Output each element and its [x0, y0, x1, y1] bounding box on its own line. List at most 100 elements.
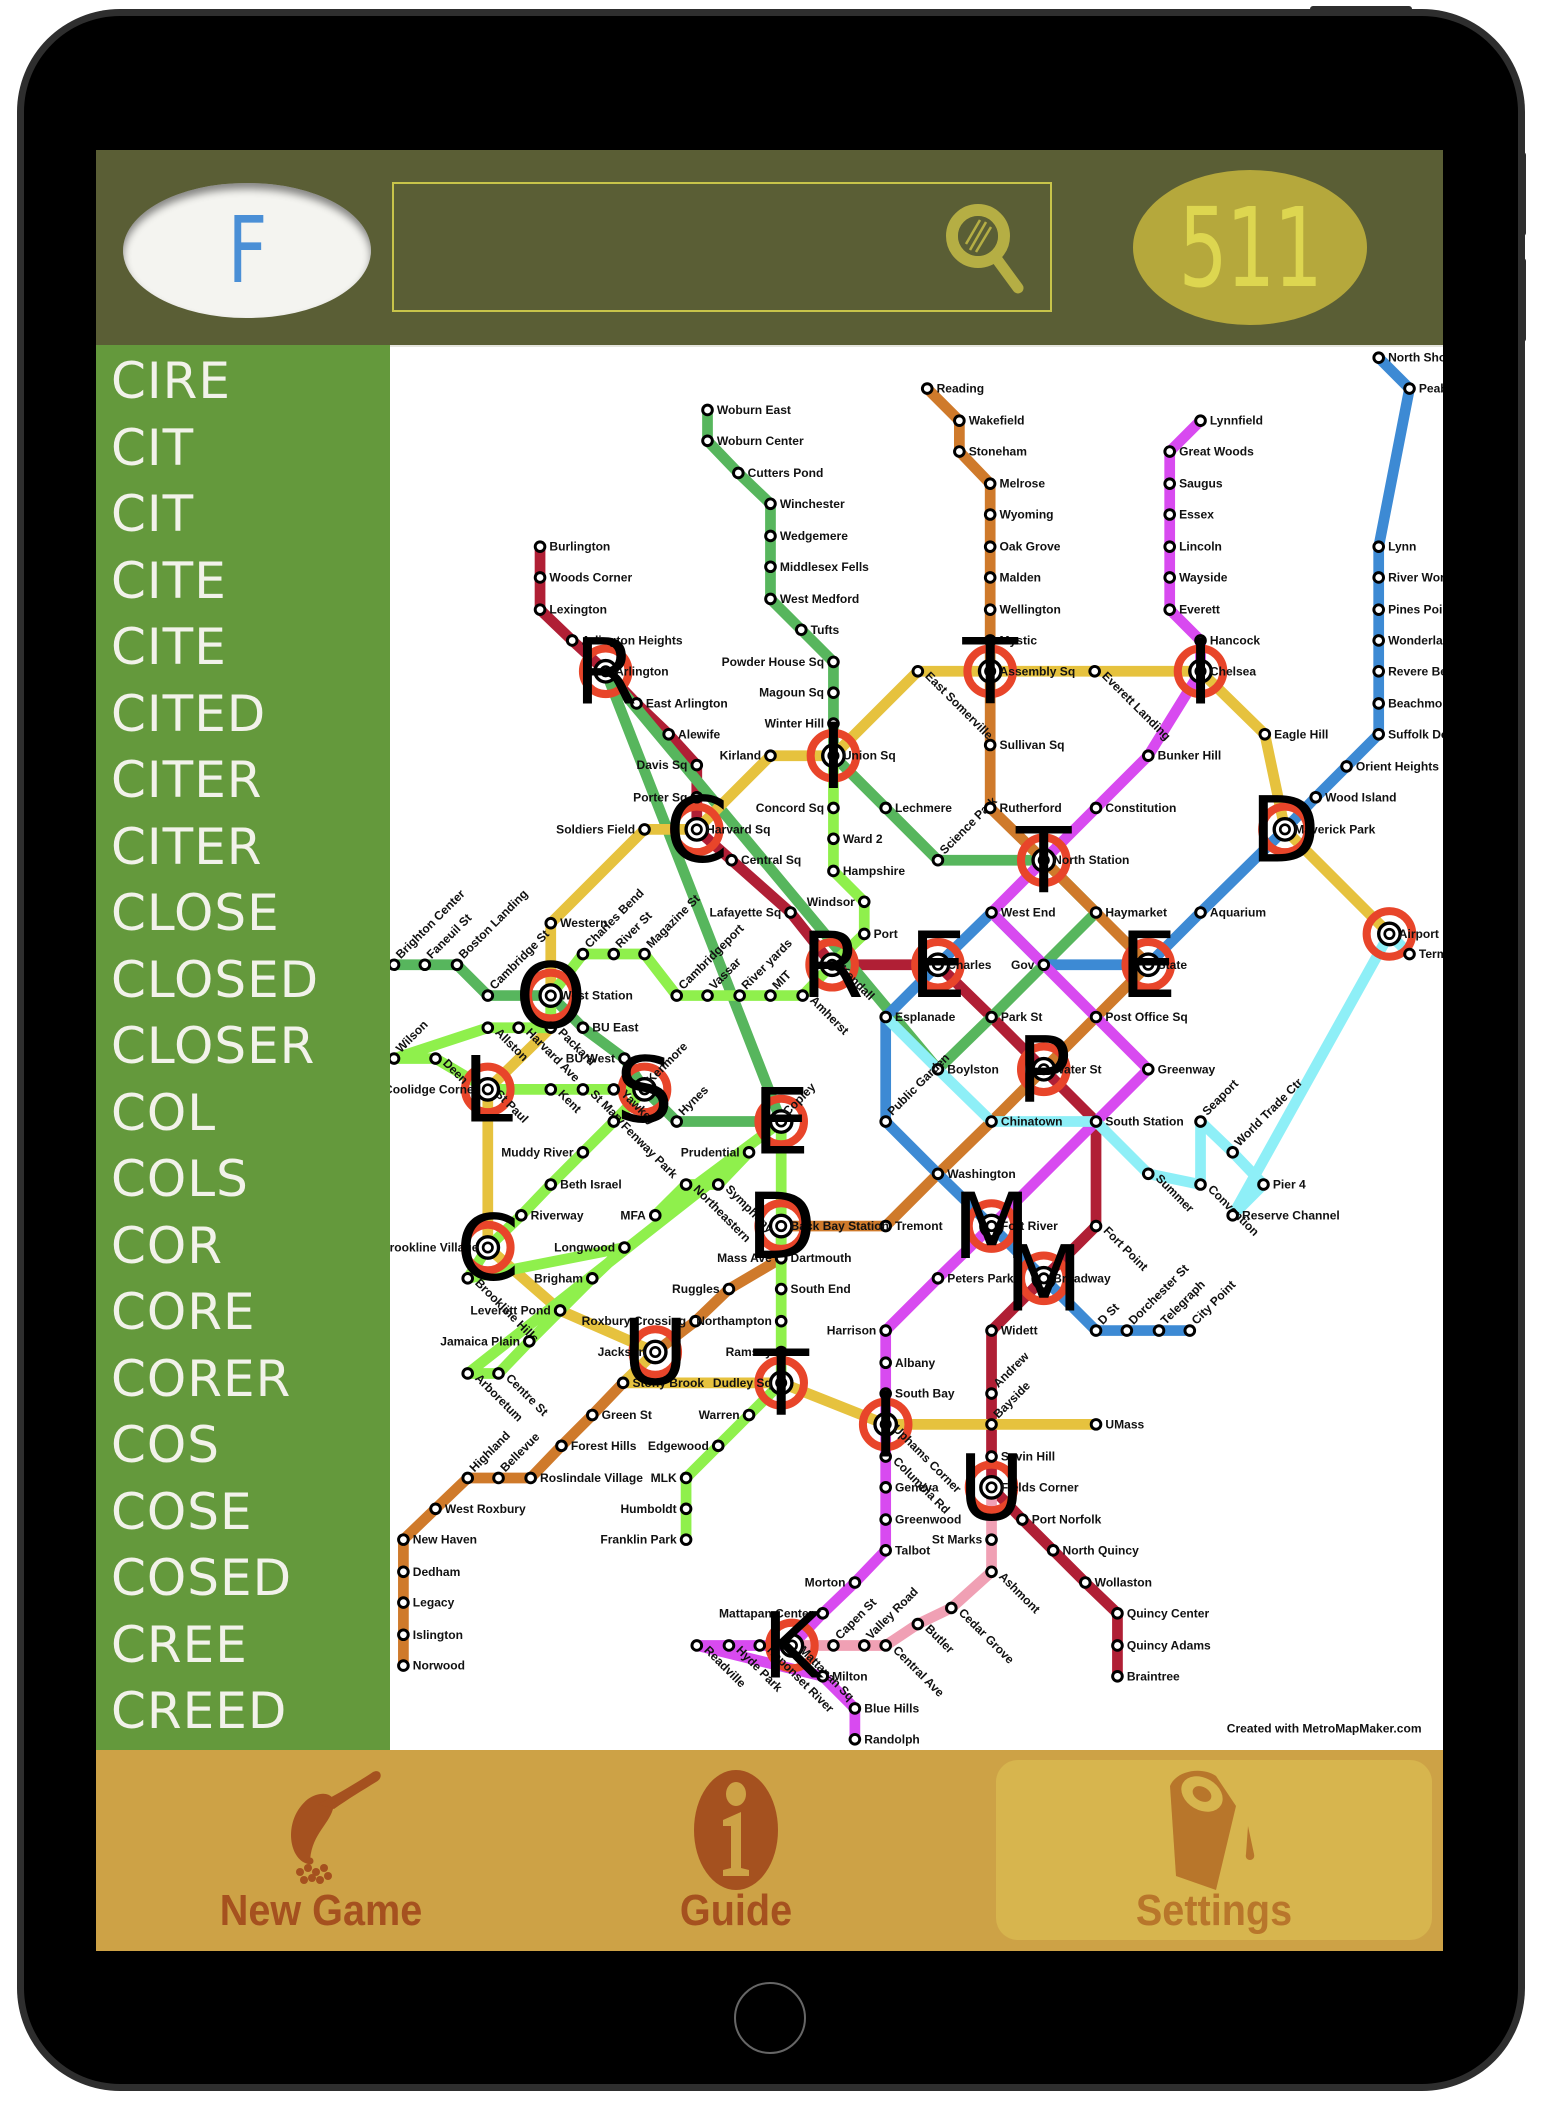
new-game-button[interactable]: New Game	[156, 1750, 486, 1951]
found-word[interactable]: CLOSED	[111, 952, 319, 1008]
station[interactable]: Revere Beach	[1372, 664, 1443, 678]
station[interactable]: Wyoming	[983, 508, 1054, 522]
station[interactable]: Wakefield	[953, 414, 1025, 428]
station[interactable]: Warren	[699, 1408, 756, 1422]
station[interactable]: Lynn	[1372, 540, 1417, 554]
station[interactable]: Geneva	[879, 1480, 939, 1494]
station[interactable]: Beachmont	[1372, 696, 1443, 710]
found-word[interactable]: COSED	[111, 1550, 292, 1606]
station[interactable]: Woburn Center	[701, 434, 804, 448]
found-word[interactable]: COLS	[111, 1151, 249, 1207]
station[interactable]: Legacy	[397, 1596, 455, 1610]
board-letter[interactable]: S	[616, 1038, 674, 1144]
station[interactable]: Oak Grove	[983, 540, 1061, 554]
search-input[interactable]	[402, 192, 946, 304]
board-letter[interactable]: U	[958, 1436, 1025, 1542]
board-letter[interactable]: T	[1015, 808, 1072, 914]
station[interactable]: Wedgemere	[764, 529, 849, 543]
current-letter-button[interactable]: F	[123, 183, 371, 318]
settings-button[interactable]: Settings	[996, 1760, 1432, 1940]
station[interactable]: Sullivan Sq	[983, 738, 1064, 752]
board-letter[interactable]: L	[462, 1038, 513, 1144]
station[interactable]: Great Woods	[1163, 445, 1254, 459]
metro-map-canvas[interactable]: BurlingtonWoods CornerLexingtonArlington…	[381, 347, 1443, 1750]
station[interactable]: Franklin Park	[600, 1533, 693, 1547]
station[interactable]: East Arlington	[630, 696, 728, 710]
station[interactable]: Public Garden	[879, 1051, 952, 1128]
board-letter[interactable]: I	[1187, 619, 1214, 725]
found-word[interactable]: CLOSE	[111, 885, 280, 941]
station[interactable]: Essex	[1163, 508, 1214, 522]
board-letter[interactable]: I	[820, 704, 847, 810]
station[interactable]: Burlington	[533, 540, 610, 554]
station[interactable]: Tufts	[794, 623, 840, 637]
station[interactable]: West Roxbury	[429, 1502, 526, 1516]
station[interactable]: Pines Point	[1372, 603, 1443, 617]
found-word[interactable]: CLOSER	[111, 1018, 315, 1074]
station[interactable]: MFA	[620, 1208, 662, 1222]
station[interactable]: Ashmont	[985, 1565, 1043, 1616]
station[interactable]: Morton	[805, 1576, 862, 1590]
station[interactable]: Northampton	[696, 1314, 788, 1328]
station[interactable]: Magoun Sq	[759, 686, 840, 700]
station[interactable]: Terminal	[1403, 947, 1443, 961]
station[interactable]: Talbot	[879, 1543, 930, 1557]
station[interactable]: Albany	[879, 1356, 936, 1370]
station[interactable]: Quincy Center	[1111, 1606, 1210, 1620]
station[interactable]: Saugus	[1163, 477, 1223, 491]
board-letter[interactable]: D	[1250, 778, 1320, 884]
board-letter[interactable]: R	[574, 619, 637, 725]
station[interactable]: Reserve Channel	[1226, 1208, 1340, 1222]
station[interactable]: Gov	[1011, 958, 1051, 972]
station[interactable]: Cutters Pond	[732, 466, 823, 480]
board-letter[interactable]: U	[622, 1300, 689, 1406]
board-letter[interactable]: M	[1004, 1226, 1083, 1332]
found-word[interactable]: COL	[111, 1085, 216, 1141]
station[interactable]: Ward 2	[827, 832, 883, 846]
found-word[interactable]: CITER	[111, 819, 263, 875]
found-word[interactable]: COSE	[111, 1484, 253, 1540]
board-letter[interactable]: O	[515, 944, 587, 1050]
station[interactable]: Suffolk Downs	[1372, 727, 1443, 741]
station[interactable]: Fort Point	[1089, 1219, 1151, 1274]
found-word[interactable]: CIT	[111, 420, 194, 476]
station[interactable]: North Quincy	[1046, 1543, 1139, 1557]
search-icon[interactable]	[940, 200, 1040, 300]
station[interactable]: Quincy Adams	[1111, 1638, 1211, 1652]
station[interactable]: Winchester	[764, 497, 845, 511]
found-word[interactable]: CORE	[111, 1284, 256, 1340]
found-word[interactable]: COR	[111, 1218, 223, 1274]
station[interactable]: Lynnfield	[1194, 414, 1263, 428]
board-letter[interactable]: E	[909, 913, 967, 1019]
station[interactable]: Woods Corner	[533, 571, 632, 585]
found-word[interactable]: CIT	[111, 486, 194, 542]
found-word[interactable]: CITER	[111, 752, 263, 808]
station[interactable]: Butler	[911, 1617, 957, 1656]
board-letter[interactable]: P	[1016, 1017, 1071, 1123]
station[interactable]: Greenway	[1141, 1062, 1216, 1076]
station[interactable]: Kirland	[720, 749, 777, 763]
station[interactable]: River Works	[1372, 571, 1443, 585]
station[interactable]: Everett	[1163, 603, 1220, 617]
board-letter[interactable]: K	[762, 1594, 824, 1700]
found-word[interactable]: CITED	[111, 686, 266, 742]
found-word[interactable]: CORER	[111, 1351, 291, 1407]
board-letter[interactable]: T	[752, 1331, 809, 1437]
found-word[interactable]: CREE	[111, 1617, 248, 1673]
station[interactable]: Milton	[816, 1669, 868, 1683]
station[interactable]: Woburn East	[701, 403, 791, 417]
board-letter[interactable]: D	[746, 1174, 816, 1280]
station[interactable]: Port	[857, 927, 898, 941]
station[interactable]: Middlesex Fells	[764, 560, 870, 574]
found-words-list[interactable]: CIRE CIT CIT CITE CITE CITED CITER CITER CLOSE CL…	[96, 345, 390, 1750]
station[interactable]: Blue Hills	[848, 1701, 919, 1715]
board-letter[interactable]: E	[752, 1070, 810, 1176]
board-letter[interactable]: C	[456, 1196, 520, 1302]
found-word[interactable]: CITE	[111, 619, 227, 675]
station[interactable]: Peabody	[1403, 382, 1443, 396]
station[interactable]: Malden	[983, 571, 1041, 585]
station[interactable]: Central Ave	[879, 1639, 947, 1700]
station[interactable]: Alewife	[662, 727, 721, 741]
found-word[interactable]: CITE	[111, 553, 227, 609]
station[interactable]: Powder House Sq	[722, 655, 840, 669]
